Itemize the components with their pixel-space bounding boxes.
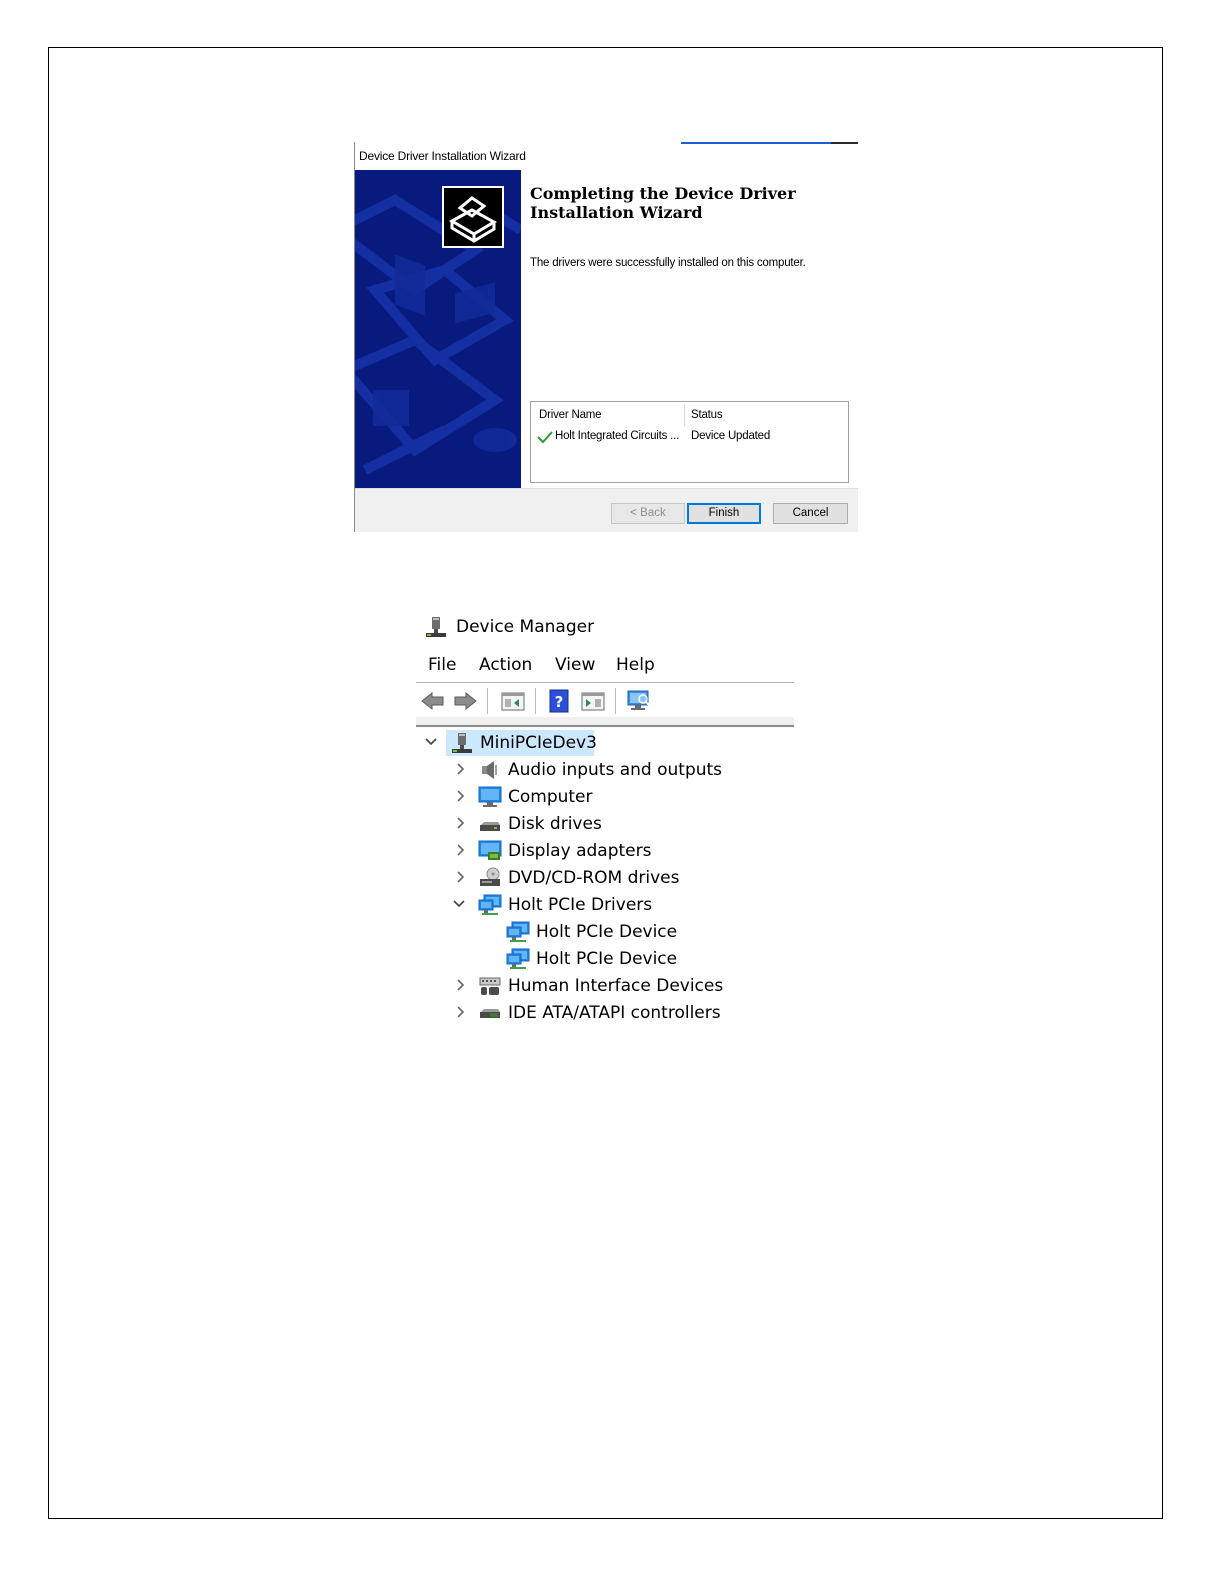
finish-button[interactable]: Finish xyxy=(687,503,761,524)
display-adapter-icon xyxy=(478,840,502,860)
toolbar-bottom-border xyxy=(416,717,794,727)
tree-item-label: Holt PCIe Device xyxy=(536,922,678,942)
tree-item-label: Display adapters xyxy=(508,841,652,861)
tree-item-holt-pcie-drivers[interactable]: Holt PCIe Drivers xyxy=(416,894,796,920)
tree-item-display-adapters[interactable]: Display adapters xyxy=(416,840,796,866)
title-accent xyxy=(681,142,831,144)
network-adapter-icon xyxy=(478,894,502,915)
device-manager-title: Device Manager xyxy=(456,617,595,637)
tree-item-label: IDE ATA/ATAPI controllers xyxy=(508,1003,721,1022)
update-driver-icon[interactable] xyxy=(580,688,606,714)
tree-item-label: Human Interface Devices xyxy=(508,976,724,996)
driver-name-cell: Holt Integrated Circuits ... xyxy=(555,430,680,442)
disk-drive-icon xyxy=(480,822,500,831)
menu-action[interactable]: Action xyxy=(479,655,532,675)
tree-item-holt-pcie-device[interactable]: Holt PCIe Device xyxy=(416,921,796,947)
column-header-status[interactable]: Status xyxy=(691,409,723,421)
heading-line-2: Installation Wizard xyxy=(530,203,703,222)
dvd-drive-icon xyxy=(480,867,500,886)
title-accent-dark xyxy=(831,142,858,144)
ide-controller-icon xyxy=(480,1009,500,1018)
tree-item-disk-drives[interactable]: Disk drives xyxy=(416,813,796,839)
check-icon xyxy=(537,431,553,444)
wizard-window-title: Device Driver Installation Wizard xyxy=(359,149,526,163)
driver-install-icon xyxy=(442,186,504,248)
device-manager-window: Device Manager File Action View Help ? M… xyxy=(416,610,796,1022)
monitor-icon xyxy=(478,786,502,807)
svg-text:?: ? xyxy=(555,693,564,711)
chevron-right-icon[interactable] xyxy=(454,870,468,884)
wizard-message: The drivers were successfully installed … xyxy=(530,257,806,269)
menu-help[interactable]: Help xyxy=(616,655,655,675)
computer-icon xyxy=(452,733,472,753)
help-icon[interactable]: ? xyxy=(546,688,572,714)
toolbar-separator xyxy=(615,688,616,714)
tree-item-label: DVD/CD-ROM drives xyxy=(508,868,680,888)
menu-divider xyxy=(416,682,794,683)
menu-view[interactable]: View xyxy=(555,655,595,675)
cancel-button[interactable]: Cancel xyxy=(773,503,848,524)
network-adapter-icon xyxy=(506,921,530,942)
forward-arrow-icon[interactable] xyxy=(452,688,478,714)
tree-item-computer[interactable]: Computer xyxy=(416,786,796,812)
chevron-right-icon[interactable] xyxy=(454,978,468,992)
driver-wizard-window: Device Driver Installation Wizard Comple… xyxy=(354,142,858,532)
back-button[interactable]: < Back xyxy=(611,503,685,524)
back-arrow-icon[interactable] xyxy=(420,688,446,714)
chevron-right-icon[interactable] xyxy=(454,1005,468,1019)
tree-item-human-interface-devices[interactable]: Human Interface Devices xyxy=(416,975,796,1001)
tree-root[interactable]: MiniPCIeDev3 xyxy=(416,730,796,758)
column-divider xyxy=(684,404,685,426)
tree-item-audio[interactable]: Audio inputs and outputs xyxy=(416,759,796,785)
scan-hardware-icon[interactable] xyxy=(626,688,652,714)
chevron-right-icon[interactable] xyxy=(454,762,468,776)
tree-item-ide-controllers[interactable]: IDE ATA/ATAPI controllers xyxy=(416,1002,796,1022)
chevron-down-icon[interactable] xyxy=(424,735,438,749)
wizard-heading: Completing the Device Driver Installatio… xyxy=(530,184,850,222)
column-header-driver-name[interactable]: Driver Name xyxy=(539,409,602,421)
tree-item-label: Holt PCIe Drivers xyxy=(508,895,653,915)
tree-item-dvd-drives[interactable]: DVD/CD-ROM drives xyxy=(416,867,796,893)
toolbar-separator xyxy=(535,688,536,714)
chevron-right-icon[interactable] xyxy=(454,789,468,803)
tree-root-label: MiniPCIeDev3 xyxy=(480,733,597,753)
computer-icon xyxy=(426,617,446,637)
tree-item-label: Disk drives xyxy=(508,814,602,834)
driver-list-table[interactable]: Driver Name Status Holt Integrated Circu… xyxy=(530,401,849,483)
chevron-right-icon[interactable] xyxy=(454,816,468,830)
network-adapter-icon xyxy=(506,948,530,969)
toolbar-separator xyxy=(487,688,488,714)
speaker-icon xyxy=(482,761,497,779)
tree-item-label: Holt PCIe Device xyxy=(536,949,678,969)
tree-item-label: Audio inputs and outputs xyxy=(508,760,723,780)
chevron-down-icon[interactable] xyxy=(452,897,466,911)
heading-line-1: Completing the Device Driver xyxy=(530,184,796,203)
properties-icon[interactable] xyxy=(500,688,526,714)
hid-icon xyxy=(479,977,501,995)
chevron-right-icon[interactable] xyxy=(454,843,468,857)
menu-file[interactable]: File xyxy=(428,655,456,675)
tree-item-label: Computer xyxy=(508,787,593,807)
tree-item-holt-pcie-device[interactable]: Holt PCIe Device xyxy=(416,948,796,974)
driver-status-cell: Device Updated xyxy=(691,430,771,442)
